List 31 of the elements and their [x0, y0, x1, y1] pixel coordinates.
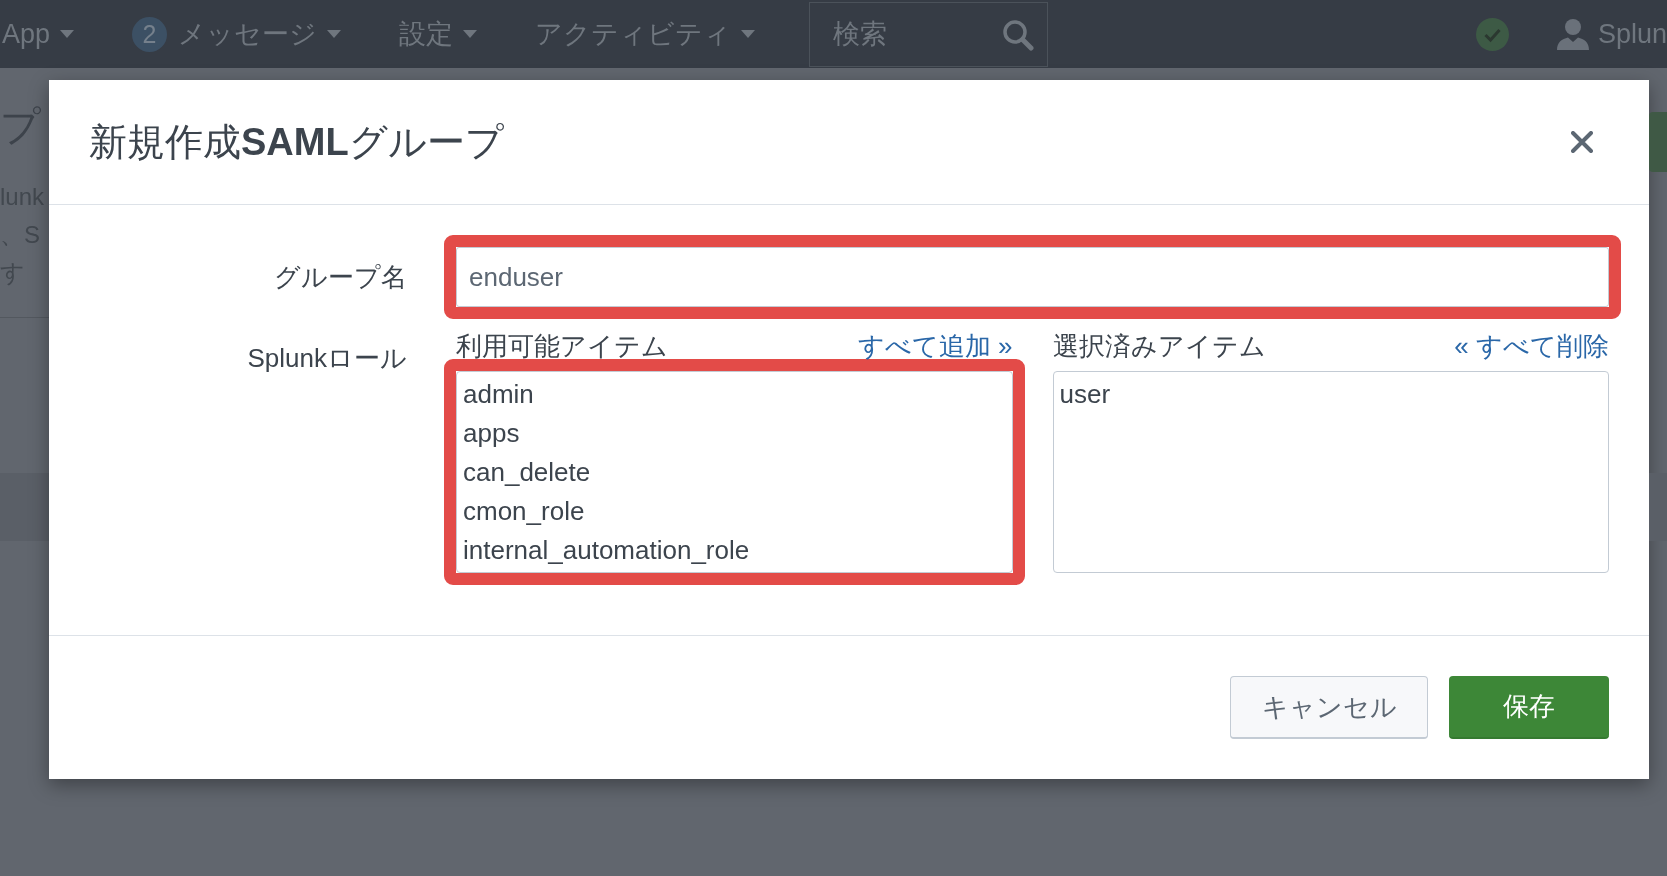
list-option[interactable]: cmon_role — [463, 492, 1006, 531]
user-icon — [1556, 18, 1589, 50]
close-icon — [1571, 131, 1593, 153]
list-option[interactable]: apps — [463, 414, 1006, 453]
list-option[interactable]: admin — [463, 375, 1006, 414]
dialog-title: 新規作成SAMLグループ — [89, 119, 504, 165]
list-option[interactable]: user — [1059, 375, 1602, 414]
text-field[interactable]: enduser — [456, 247, 1609, 307]
check-circle-icon[interactable] — [1475, 17, 1509, 51]
list-heading: 利用可能アイテム — [456, 333, 668, 359]
save-button[interactable]: 保存 — [1449, 676, 1609, 739]
search-field[interactable]: 検索 — [809, 2, 1049, 67]
field-label: グループ名 — [274, 262, 407, 292]
remove-all-link[interactable]: « すべて削除 — [1454, 333, 1609, 359]
caret-icon — [327, 30, 342, 38]
background-row — [1649, 473, 1667, 541]
available-list[interactable]: admin apps can_delete cmon_role internal_automation_role — [456, 371, 1013, 573]
caret-icon — [741, 30, 756, 38]
cancel-button[interactable]: キャンセル — [1230, 676, 1428, 739]
field-label: Splunkロール — [247, 342, 407, 373]
list-heading: 選択済みアイテム — [1052, 333, 1266, 359]
caret-icon — [463, 30, 478, 38]
list-option[interactable]: can_delete — [463, 453, 1006, 492]
count-badge: 2 — [132, 16, 168, 52]
list-option[interactable]: internal_automation_role — [463, 531, 1006, 570]
search-icon[interactable] — [1002, 19, 1035, 51]
background-panel — [1649, 112, 1667, 172]
selected-list[interactable]: user — [1052, 371, 1609, 573]
caret-icon — [60, 30, 75, 38]
background-row — [0, 473, 49, 541]
add-all-link[interactable]: すべて追加 » — [857, 333, 1013, 359]
